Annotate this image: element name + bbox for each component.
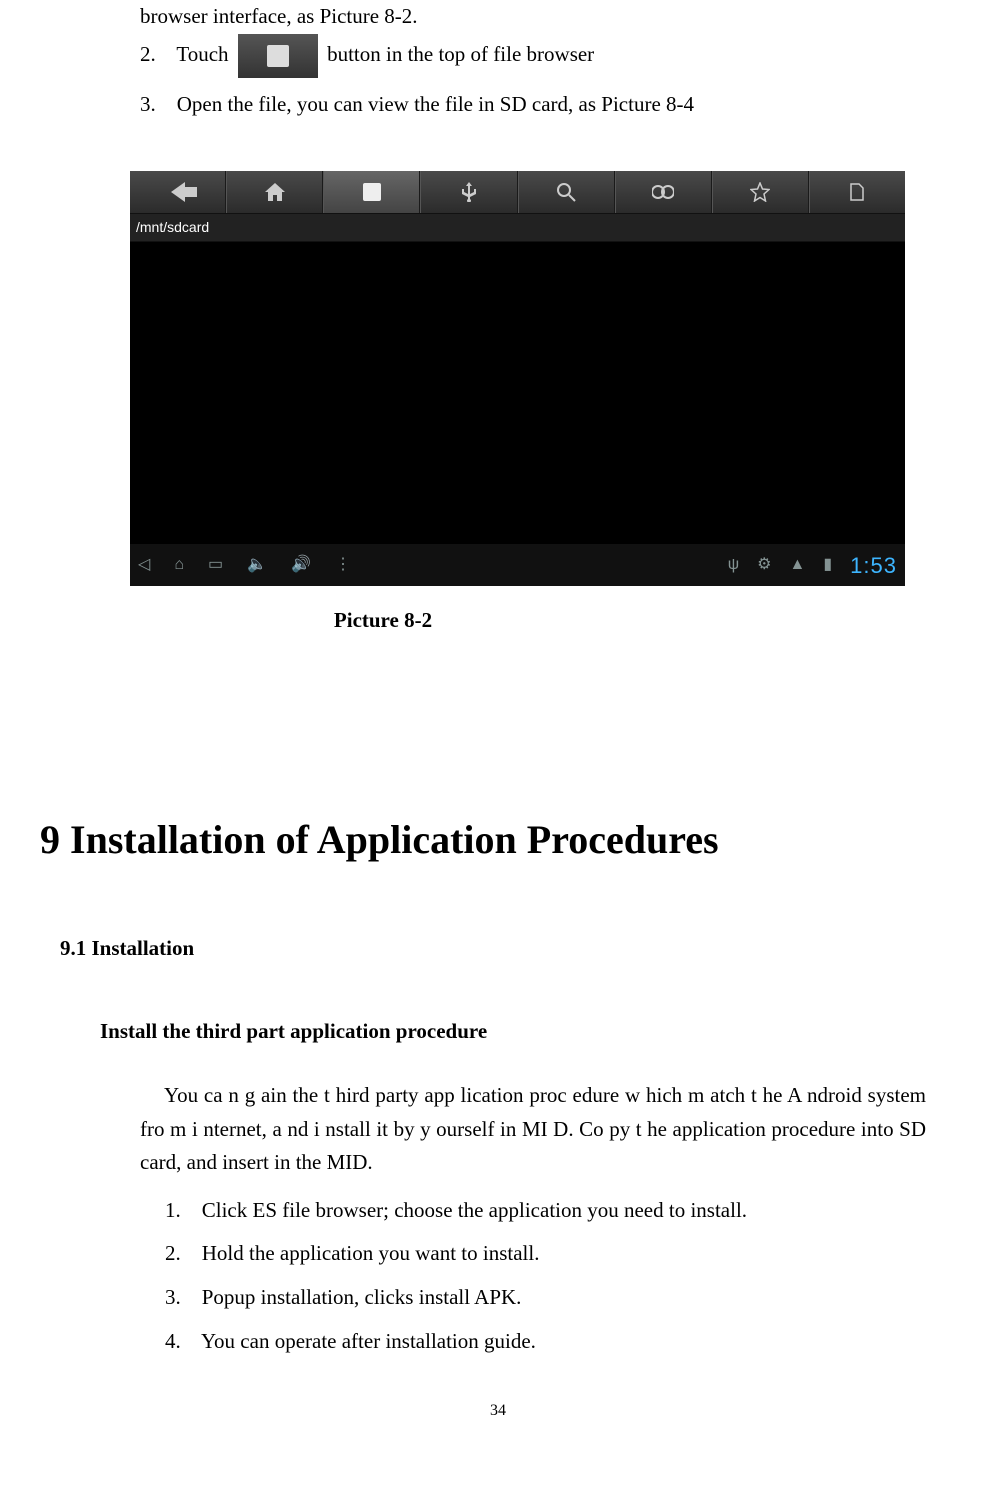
step-text: Popup installation, clicks install APK.	[202, 1285, 522, 1309]
back-button[interactable]	[130, 171, 226, 213]
section-9-1-title: 9.1 Installation	[60, 932, 956, 966]
sdcard-icon	[363, 183, 381, 201]
path-bar: /mnt/sdcard	[130, 214, 905, 241]
wifi-status-icon: ▲	[790, 552, 806, 578]
home-button[interactable]	[226, 171, 323, 213]
nav-menu-icon[interactable]: ⋮	[335, 552, 351, 578]
step-text: Click ES file browser; choose the applic…	[202, 1198, 747, 1222]
search-icon	[556, 182, 576, 202]
status-clock: 1:53	[850, 548, 897, 583]
film-button[interactable]	[615, 171, 712, 213]
list-number: 4.	[165, 1329, 181, 1353]
sdcard-button-icon	[238, 34, 318, 78]
step-text: Hold the application you want to install…	[202, 1241, 540, 1265]
intro-line-1: browser interface, as Picture 8-2.	[140, 0, 956, 34]
nav-volume-down-icon[interactable]: 🔈	[247, 552, 267, 578]
list-number: 3.	[140, 92, 156, 116]
step-text: You can operate after installation guide…	[201, 1329, 536, 1353]
list-number: 3.	[165, 1285, 181, 1309]
intro-item-2: 2. Touch button in the top of file brows…	[140, 34, 956, 78]
text-before-icon: Touch	[176, 41, 228, 65]
sdcard-button[interactable]	[323, 171, 420, 213]
nav-recent-icon[interactable]: ▭	[208, 552, 223, 578]
settings-status-icon: ⚙	[757, 552, 771, 578]
nav-volume-up-icon[interactable]: 🔊	[291, 552, 311, 578]
usb-button[interactable]	[420, 171, 517, 213]
android-screenshot: /mnt/sdcard ◁ ⌂ ▭ 🔈 🔊 ⋮ ψ ⚙ ▲ ▮ 1:53	[130, 171, 866, 638]
android-navbar: ◁ ⌂ ▭ 🔈 🔊 ⋮ ψ ⚙ ▲ ▮ 1:53	[130, 544, 905, 586]
section-9-title: 9 Installation of Application Procedures	[40, 808, 956, 872]
star-icon	[750, 182, 770, 202]
star-button[interactable]	[712, 171, 809, 213]
list-number: 2.	[165, 1241, 181, 1265]
step-3: 3. Popup installation, clicks install AP…	[165, 1281, 956, 1315]
page-number: 34	[40, 1398, 956, 1424]
battery-status-icon: ▮	[823, 552, 832, 578]
install-third-party-heading: Install the third part application proce…	[100, 1015, 956, 1049]
step-1: 1. Click ES file browser; choose the app…	[165, 1194, 956, 1228]
list-number: 2.	[140, 41, 156, 65]
text-after-icon: button in the top of file browser	[327, 41, 594, 65]
file-browser-toolbar	[130, 171, 905, 214]
arrow-left-icon	[171, 182, 185, 202]
install-body-text: You ca n g ain the t hird party app lica…	[140, 1079, 926, 1180]
intro-item-3: 3. Open the file, you can view the file …	[140, 88, 956, 122]
page-button[interactable]	[809, 171, 905, 213]
usb-status-icon: ψ	[728, 552, 739, 578]
step-2: 2. Hold the application you want to inst…	[165, 1237, 956, 1271]
nav-home-icon[interactable]: ⌂	[174, 552, 184, 578]
list-number: 1.	[165, 1198, 181, 1222]
step-4: 4. You can operate after installation gu…	[165, 1325, 956, 1359]
figure-caption: Picture 8-2	[0, 604, 866, 638]
home-icon	[265, 183, 285, 201]
usb-icon	[460, 182, 478, 202]
search-button[interactable]	[518, 171, 615, 213]
nav-back-icon[interactable]: ◁	[138, 552, 150, 578]
page-icon	[850, 183, 864, 201]
intro-item-3-text: Open the file, you can view the file in …	[177, 92, 694, 116]
film-icon	[652, 183, 674, 201]
